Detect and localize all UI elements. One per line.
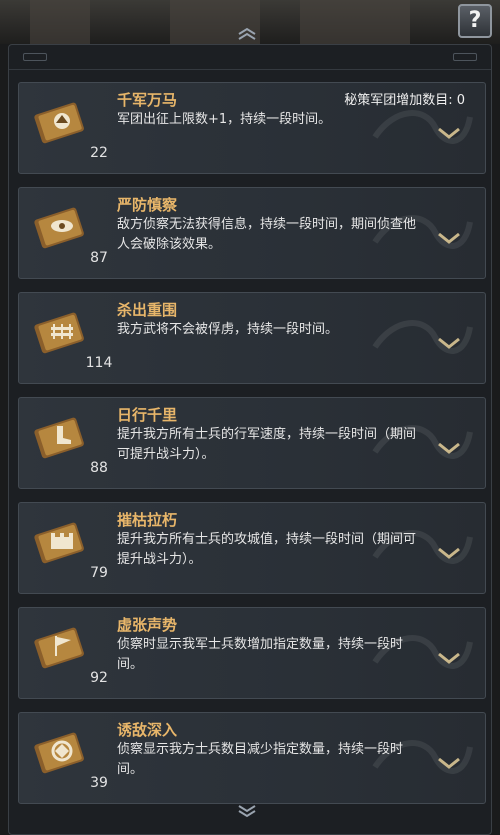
fence-icon <box>34 312 84 354</box>
item-count: 22 <box>90 145 108 161</box>
helmet-icon <box>34 102 84 144</box>
expand-chevron-icon[interactable] <box>437 335 461 351</box>
item-count: 88 <box>90 460 108 476</box>
scroll-up-icon[interactable] <box>237 26 257 40</box>
trap-icon <box>34 732 84 774</box>
strategy-item-1[interactable]: 22 千军万马 秘策军团增加数目: 0 军团出征上限数+1，持续一段时间。 <box>18 82 486 174</box>
expand-chevron-icon[interactable] <box>437 545 461 561</box>
item-count: 39 <box>90 775 108 791</box>
item-description: 侦察时显示我军士兵数增加指定数量，持续一段时间。 <box>117 637 404 672</box>
strategy-item-2[interactable]: 87 严防慎察 敌方侦察无法获得信息，持续一段时间，期间侦查他人会破除该效果。 <box>18 187 486 279</box>
item-description: 军团出征上限数+1，持续一段时间。 <box>117 112 332 127</box>
scroll-down-icon[interactable] <box>237 805 257 819</box>
help-button[interactable]: ? <box>458 4 492 38</box>
item-title: 杀出重围 <box>117 301 178 319</box>
item-count: 114 <box>85 355 113 371</box>
strategy-item-6[interactable]: 92 虚张声势 侦察时显示我军士兵数增加指定数量，持续一段时间。 <box>18 607 486 699</box>
item-count: 87 <box>90 250 108 266</box>
expand-chevron-icon[interactable] <box>437 650 461 666</box>
item-description: 提升我方所有士兵的攻城值，持续一段时间（期间可提升战斗力）。 <box>117 532 417 567</box>
strategy-limit-label: 秘策军团增加数目: 0 <box>344 93 465 108</box>
item-description: 敌方侦察无法获得信息，持续一段时间，期间侦查他人会破除该效果。 <box>117 217 417 252</box>
item-count: 79 <box>90 565 108 581</box>
panel-header <box>9 45 491 70</box>
item-description: 侦察显示我方士兵数目减少指定数量，持续一段时间。 <box>117 742 404 777</box>
item-title: 虚张声势 <box>117 616 178 634</box>
item-title: 严防慎察 <box>117 196 178 214</box>
item-title: 诱敌深入 <box>117 721 178 739</box>
expand-chevron-icon[interactable] <box>437 755 461 771</box>
item-title: 摧枯拉朽 <box>117 511 178 529</box>
item-title: 日行千里 <box>117 406 178 424</box>
boot-icon <box>34 417 84 459</box>
strategy-item-4[interactable]: 88 日行千里 提升我方所有士兵的行军速度，持续一段时间（期间可提升战斗力）。 <box>18 397 486 489</box>
strategy-item-7[interactable]: 39 诱敌深入 侦察显示我方士兵数目减少指定数量，持续一段时间。 <box>18 712 486 804</box>
item-count: 92 <box>90 670 108 686</box>
strategy-item-3[interactable]: 114 杀出重围 我方武将不会被俘虏，持续一段时间。 <box>18 292 486 384</box>
eye-icon <box>34 207 84 249</box>
item-description: 提升我方所有士兵的行军速度，持续一段时间（期间可提升战斗力）。 <box>117 427 417 462</box>
item-description: 我方武将不会被俘虏，持续一段时间。 <box>117 322 339 337</box>
wall-icon <box>34 522 84 564</box>
expand-chevron-icon[interactable] <box>437 125 461 141</box>
banner-icon <box>34 627 84 669</box>
expand-chevron-icon[interactable] <box>437 440 461 456</box>
strategy-item-5[interactable]: 79 摧枯拉朽 提升我方所有士兵的攻城值，持续一段时间（期间可提升战斗力）。 <box>18 502 486 594</box>
expand-chevron-icon[interactable] <box>437 230 461 246</box>
item-title: 千军万马 <box>117 91 178 109</box>
